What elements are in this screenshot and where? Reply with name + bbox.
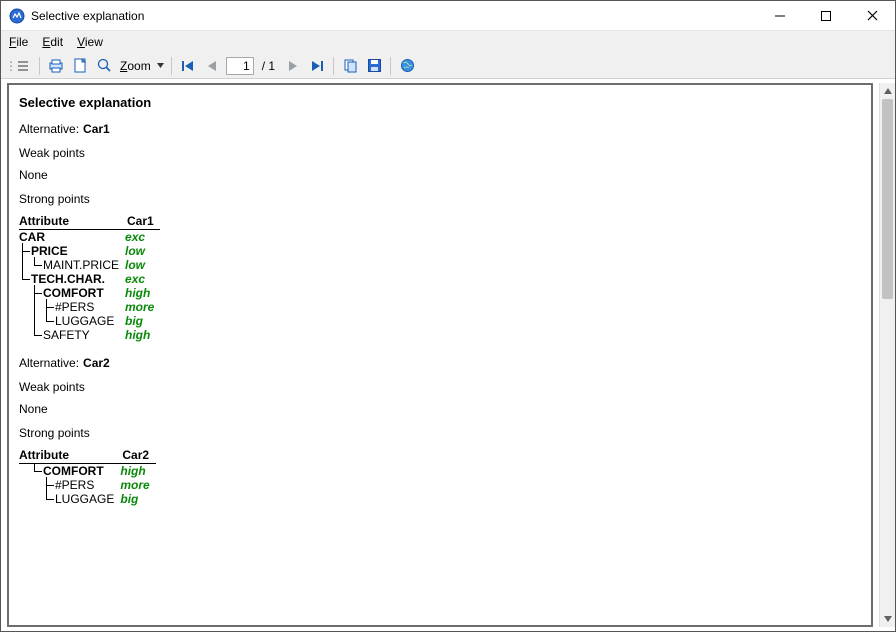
attr-value-cell: low: [125, 258, 160, 272]
attr-name-cell: CAR: [19, 230, 125, 245]
attr-name-cell: TECH.CHAR.: [19, 272, 125, 286]
print-icon[interactable]: [46, 56, 66, 76]
table-row: PRICElow: [19, 244, 160, 258]
table-row: COMFORThigh: [19, 286, 160, 300]
app-icon: [9, 8, 25, 24]
titlebar: Selective explanation: [1, 1, 895, 31]
alternative-name: Car1: [83, 122, 110, 136]
table-row: #PERSmore: [19, 300, 160, 314]
toolbar-separator: [390, 57, 391, 75]
attr-name-cell: COMFORT: [19, 286, 125, 300]
maximize-button[interactable]: [803, 1, 849, 30]
window-title: Selective explanation: [31, 9, 757, 23]
content-area: Selective explanation Alternative: Car1 We…: [1, 79, 895, 631]
table-row: TECH.CHAR.exc: [19, 272, 160, 286]
save-icon[interactable]: [364, 56, 384, 76]
col-value: Car2: [120, 448, 155, 464]
menu-edit[interactable]: Edit: [42, 35, 63, 49]
attr-value-cell: big: [120, 492, 155, 506]
weak-points-heading: Weak points: [19, 146, 861, 160]
attr-name-cell: #PERS: [19, 300, 125, 314]
attr-value-cell: high: [120, 464, 155, 479]
toolbar-grip-icon: ⋮: [5, 59, 9, 73]
strong-points-heading: Strong points: [19, 426, 861, 440]
report-page: Selective explanation Alternative: Car1 We…: [7, 83, 873, 627]
alternative-name: Car2: [83, 356, 110, 370]
last-page-icon[interactable]: [307, 56, 327, 76]
attr-name-cell: #PERS: [19, 478, 120, 492]
zoom-icon[interactable]: [94, 56, 114, 76]
attribute-table: AttributeCar2COMFORThigh#PERSmoreLUGGAGE…: [19, 448, 156, 506]
zoom-label[interactable]: Zoom: [118, 59, 153, 73]
toolbar: ⋮ Zoom / 1: [1, 53, 895, 79]
attr-name-cell: MAINT.PRICE: [19, 258, 125, 272]
table-row: MAINT.PRICElow: [19, 258, 160, 272]
copy-icon[interactable]: [340, 56, 360, 76]
attr-name-cell: LUGGAGE: [19, 492, 120, 506]
none-label: None: [19, 402, 861, 416]
scroll-thumb[interactable]: [882, 99, 893, 299]
page-icon[interactable]: [70, 56, 90, 76]
page-number-input[interactable]: [226, 57, 254, 75]
menu-view[interactable]: View: [77, 35, 103, 49]
prev-page-icon[interactable]: [202, 56, 222, 76]
page-total-label: / 1: [258, 59, 279, 73]
first-page-icon[interactable]: [178, 56, 198, 76]
table-row: #PERSmore: [19, 478, 156, 492]
scroll-track[interactable]: [880, 99, 895, 611]
attr-value-cell: big: [125, 314, 160, 328]
attr-name-cell: COMFORT: [19, 464, 120, 479]
app-window: Selective explanation File Edit View ⋮: [0, 0, 896, 632]
attr-value-cell: high: [125, 286, 160, 300]
alternative-line: Alternative: Car1: [19, 122, 861, 136]
alternative-label: Alternative:: [19, 356, 79, 370]
table-row: LUGGAGEbig: [19, 314, 160, 328]
attr-name-cell: SAFETY: [19, 328, 125, 342]
close-button[interactable]: [849, 1, 895, 30]
menubar: File Edit View: [1, 31, 895, 53]
strong-points-heading: Strong points: [19, 192, 861, 206]
attr-name-cell: PRICE: [19, 244, 125, 258]
toolbar-separator: [39, 57, 40, 75]
col-attribute: Attribute: [19, 214, 125, 230]
next-page-icon[interactable]: [283, 56, 303, 76]
menu-file[interactable]: File: [9, 35, 28, 49]
globe-icon[interactable]: [397, 56, 417, 76]
attr-value-cell: low: [125, 244, 160, 258]
attr-value-cell: more: [125, 300, 160, 314]
vertical-scrollbar[interactable]: [879, 83, 895, 627]
attr-value-cell: high: [125, 328, 160, 342]
table-row: COMFORThigh: [19, 464, 156, 479]
scroll-down-icon[interactable]: [880, 611, 895, 627]
alternative-line: Alternative: Car2: [19, 356, 861, 370]
report-title: Selective explanation: [19, 95, 861, 110]
scroll-up-icon[interactable]: [880, 83, 895, 99]
col-attribute: Attribute: [19, 448, 120, 464]
weak-points-heading: Weak points: [19, 380, 861, 394]
table-row: LUGGAGEbig: [19, 492, 156, 506]
attr-value-cell: exc: [125, 272, 160, 286]
attr-value-cell: more: [120, 478, 155, 492]
attribute-table: AttributeCar1CARexcPRICElowMAINT.PRICElo…: [19, 214, 160, 342]
none-label: None: [19, 168, 861, 182]
table-row: SAFETYhigh: [19, 328, 160, 342]
hamburger-icon[interactable]: [13, 56, 33, 76]
table-row: CARexc: [19, 230, 160, 245]
alternative-label: Alternative:: [19, 122, 79, 136]
window-controls: [757, 1, 895, 30]
attr-name-cell: LUGGAGE: [19, 314, 125, 328]
toolbar-separator: [333, 57, 334, 75]
col-value: Car1: [125, 214, 160, 230]
zoom-dropdown-icon[interactable]: [157, 63, 165, 68]
toolbar-separator: [171, 57, 172, 75]
attr-value-cell: exc: [125, 230, 160, 245]
minimize-button[interactable]: [757, 1, 803, 30]
